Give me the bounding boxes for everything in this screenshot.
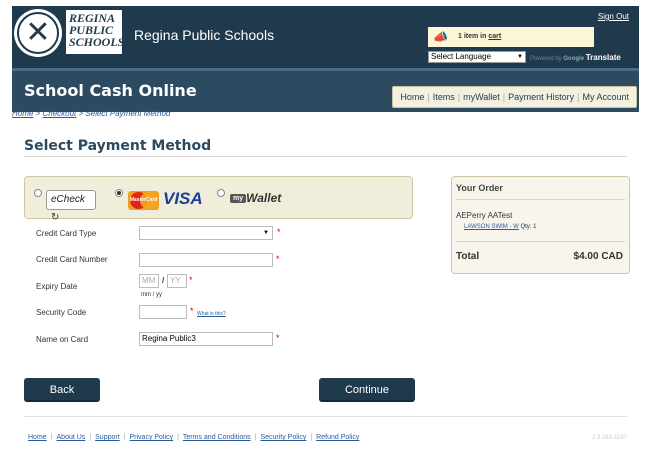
language-select-value: Select Language — [431, 52, 492, 61]
site-header: ✕ REGINA PUBLIC SCHOOLS Regina Public Sc… — [12, 6, 639, 68]
required-marker: * — [276, 333, 280, 343]
logo-line-3: SCHOOLS — [69, 35, 125, 49]
breadcrumb: Home > Checkout > Select Payment Method — [12, 109, 170, 118]
mywallet-label: Wallet — [246, 191, 282, 205]
site-title: Regina Public Schools — [134, 27, 275, 43]
footer-terms[interactable]: Terms and Conditions — [179, 434, 255, 441]
powered-by-text: Powered by — [530, 56, 562, 62]
google-text: Google — [563, 56, 585, 62]
expiry-month-input[interactable]: MM — [139, 274, 159, 288]
echeck-radio[interactable] — [34, 189, 42, 197]
card-number-input[interactable] — [139, 253, 273, 267]
payment-method-selector: eCheck ↻ MasterCard VISA my Wallet — [24, 176, 413, 223]
footer-about-us[interactable]: About Us — [53, 434, 90, 441]
security-code-label: Security Code — [36, 308, 87, 317]
name-on-card-label: Name on Card — [36, 335, 89, 344]
mastercard-logo-icon[interactable]: MasterCard — [128, 191, 159, 210]
page-title: Select Payment Method — [24, 138, 212, 154]
google-translate-credit: Powered by Google Translate — [530, 53, 621, 62]
credit-card-radio[interactable] — [115, 189, 123, 197]
name-on-card-input[interactable]: Regina Public3 — [139, 332, 273, 346]
nav-items[interactable]: Items — [430, 92, 458, 102]
card-type-label: Credit Card Type — [36, 229, 97, 238]
chevron-down-icon: ▼ — [263, 230, 269, 236]
visa-logo[interactable]: VISA — [163, 189, 203, 209]
cart-prefix: 1 item in — [458, 33, 489, 40]
order-title: Your Order — [456, 183, 503, 193]
school-seal-logo-icon[interactable]: ✕ — [14, 9, 62, 57]
cart-text: 1 item in cart — [458, 33, 501, 40]
footer-links: Home | About Us | Support | Privacy Policy | Ter… — [28, 434, 363, 441]
main-navbar: School Cash Online Home | Items | myWallet | P… — [12, 68, 639, 112]
order-total-value: $4.00 CAD — [573, 251, 623, 262]
expiry-label: Expiry Date — [36, 282, 78, 291]
order-customer-name: AEPerry AATest — [456, 211, 513, 220]
footer-privacy-policy[interactable]: Privacy Policy — [126, 434, 178, 441]
sign-out-link[interactable]: Sign Out — [598, 12, 629, 21]
breadcrumb-current: Select Payment Method — [85, 109, 171, 118]
breadcrumb-separator: > — [78, 109, 84, 118]
breadcrumb-separator: > — [35, 109, 41, 118]
mywallet-radio[interactable] — [217, 189, 225, 197]
page: ✕ REGINA PUBLIC SCHOOLS Regina Public Sc… — [12, 6, 639, 456]
footer-security-policy[interactable]: Security Policy — [256, 434, 310, 441]
required-marker: * — [189, 275, 193, 285]
footer-support[interactable]: Support — [91, 434, 124, 441]
language-select[interactable]: Select Language ▼ — [428, 51, 526, 63]
required-marker: * — [276, 254, 280, 264]
order-item: LAWSON SWIM - W Qty: 1 — [464, 224, 536, 230]
card-type-select[interactable]: ▼ — [139, 226, 273, 240]
title-divider — [24, 156, 627, 157]
required-marker: * — [277, 227, 281, 237]
what-is-this-link[interactable]: What is this? — [197, 311, 226, 317]
mastercard-label: MasterCard — [129, 197, 158, 203]
expiry-hint: mm / yy — [141, 292, 162, 298]
nav-payment-history[interactable]: Payment History — [505, 92, 577, 102]
security-code-input[interactable] — [139, 305, 187, 319]
expiry-separator: / — [162, 276, 165, 285]
version-number: 2.3.169.5187 — [591, 435, 627, 441]
seal-cross-icon: ✕ — [25, 15, 51, 50]
nav-mywallet[interactable]: myWallet — [460, 92, 503, 102]
nav-my-account[interactable]: My Account — [579, 92, 632, 102]
school-logo-text[interactable]: REGINA PUBLIC SCHOOLS — [66, 10, 125, 54]
nav-links: Home | Items | myWallet | Payment History | My A… — [392, 86, 637, 108]
translate-link[interactable]: Translate — [586, 53, 621, 62]
nav-home[interactable]: Home — [397, 92, 427, 102]
back-button[interactable]: Back — [24, 378, 100, 402]
footer-refund-policy[interactable]: Refund Policy — [312, 434, 363, 441]
order-divider — [456, 199, 625, 200]
continue-button[interactable]: Continue — [319, 378, 415, 402]
echeck-swirl-icon: ↻ — [51, 212, 60, 223]
app-name[interactable]: School Cash Online — [24, 81, 197, 100]
cart-link[interactable]: cart — [488, 33, 501, 40]
breadcrumb-checkout[interactable]: Checkout — [42, 109, 76, 118]
footer-home[interactable]: Home — [28, 434, 51, 441]
expiry-year-input[interactable]: YY — [167, 274, 187, 288]
order-divider — [456, 241, 625, 242]
required-marker: * — [190, 306, 194, 316]
order-summary: Your Order AEPerry AATest LAWSON SWIM - … — [451, 176, 630, 274]
order-item-qty: Qty: 1 — [520, 224, 537, 230]
order-item-link[interactable]: LAWSON SWIM - W — [464, 224, 519, 230]
chevron-down-icon: ▼ — [517, 54, 523, 60]
order-total-label: Total — [456, 251, 480, 262]
mywallet-box-label: my — [230, 194, 247, 203]
echeck-logo[interactable]: eCheck ↻ — [46, 190, 96, 223]
mywallet-logo[interactable]: my Wallet — [230, 191, 281, 209]
cart-summary: 📣 1 item in cart — [428, 27, 594, 47]
breadcrumb-home[interactable]: Home — [12, 109, 33, 118]
echeck-label: eCheck — [51, 194, 85, 205]
card-number-label: Credit Card Number — [36, 255, 108, 264]
footer-divider — [24, 416, 627, 417]
megaphone-cart-icon: 📣 — [433, 30, 448, 44]
